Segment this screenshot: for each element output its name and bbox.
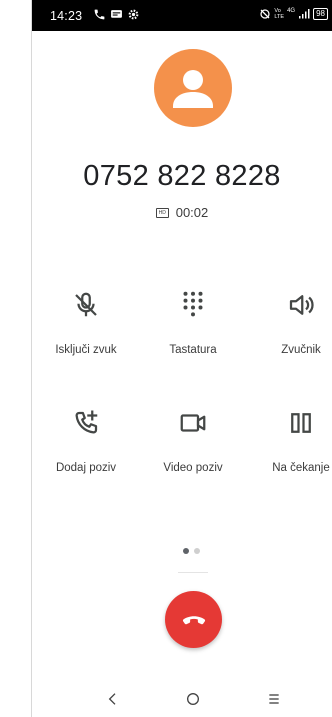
divider xyxy=(178,572,208,573)
signal-icon xyxy=(299,9,310,19)
caller-number: 0752 822 8228 xyxy=(83,160,281,192)
recents-icon xyxy=(269,694,279,704)
call-icon xyxy=(94,9,105,20)
home-button[interactable] xyxy=(179,685,207,713)
back-icon xyxy=(108,693,116,705)
dialpad-label: Tastatura xyxy=(169,344,217,356)
home-icon xyxy=(187,693,199,705)
hd-voice-icon: HD xyxy=(155,207,169,218)
dialpad-button[interactable]: Tastatura xyxy=(148,290,238,356)
speaker-label: Zvučnik xyxy=(281,344,321,356)
call-timer-row: HD 00:02 xyxy=(32,205,332,220)
mic-off-icon xyxy=(75,292,97,317)
page-indicator xyxy=(183,548,200,554)
battery-indicator: 98 xyxy=(313,8,328,20)
navigation-bar xyxy=(32,685,332,713)
back-button[interactable] xyxy=(99,685,127,713)
add-call-icon xyxy=(75,410,98,434)
screen-edge xyxy=(31,0,32,717)
add-call-label: Dodaj poziv xyxy=(55,462,117,474)
add-call-button[interactable]: Dodaj poziv xyxy=(41,408,131,474)
mute-ring-icon xyxy=(260,9,271,19)
video-call-button[interactable]: Video poziv xyxy=(148,408,238,474)
status-bar: 14:23 Vo LTE 4G 98 xyxy=(32,0,332,31)
pause-icon xyxy=(291,413,311,433)
recents-button[interactable] xyxy=(260,685,288,713)
page-dot xyxy=(194,548,200,554)
hold-label: Na čekanje xyxy=(272,462,330,474)
hold-button[interactable]: Na čekanje xyxy=(256,408,332,474)
settings-gear-icon xyxy=(128,9,139,20)
status-time: 14:23 xyxy=(50,9,83,23)
video-icon xyxy=(180,414,206,432)
page-dot-active xyxy=(183,548,189,554)
end-call-button[interactable] xyxy=(165,591,222,648)
person-icon xyxy=(173,70,213,108)
contact-avatar xyxy=(154,49,232,127)
mute-label: Isključi zvuk xyxy=(55,344,117,356)
speaker-icon xyxy=(289,295,314,315)
end-call-icon xyxy=(182,615,205,624)
message-icon xyxy=(111,10,122,18)
call-duration: 00:02 xyxy=(175,205,209,220)
dialpad-icon xyxy=(183,291,203,317)
video-call-label: Video poziv xyxy=(163,462,223,474)
lte-label: LTE xyxy=(274,14,285,20)
volte-lte-icon: Vo LTE xyxy=(274,8,284,20)
mute-button[interactable]: Isključi zvuk xyxy=(41,290,131,356)
speaker-button[interactable]: Zvučnik xyxy=(256,290,332,356)
network-gen: 4G xyxy=(287,8,296,14)
